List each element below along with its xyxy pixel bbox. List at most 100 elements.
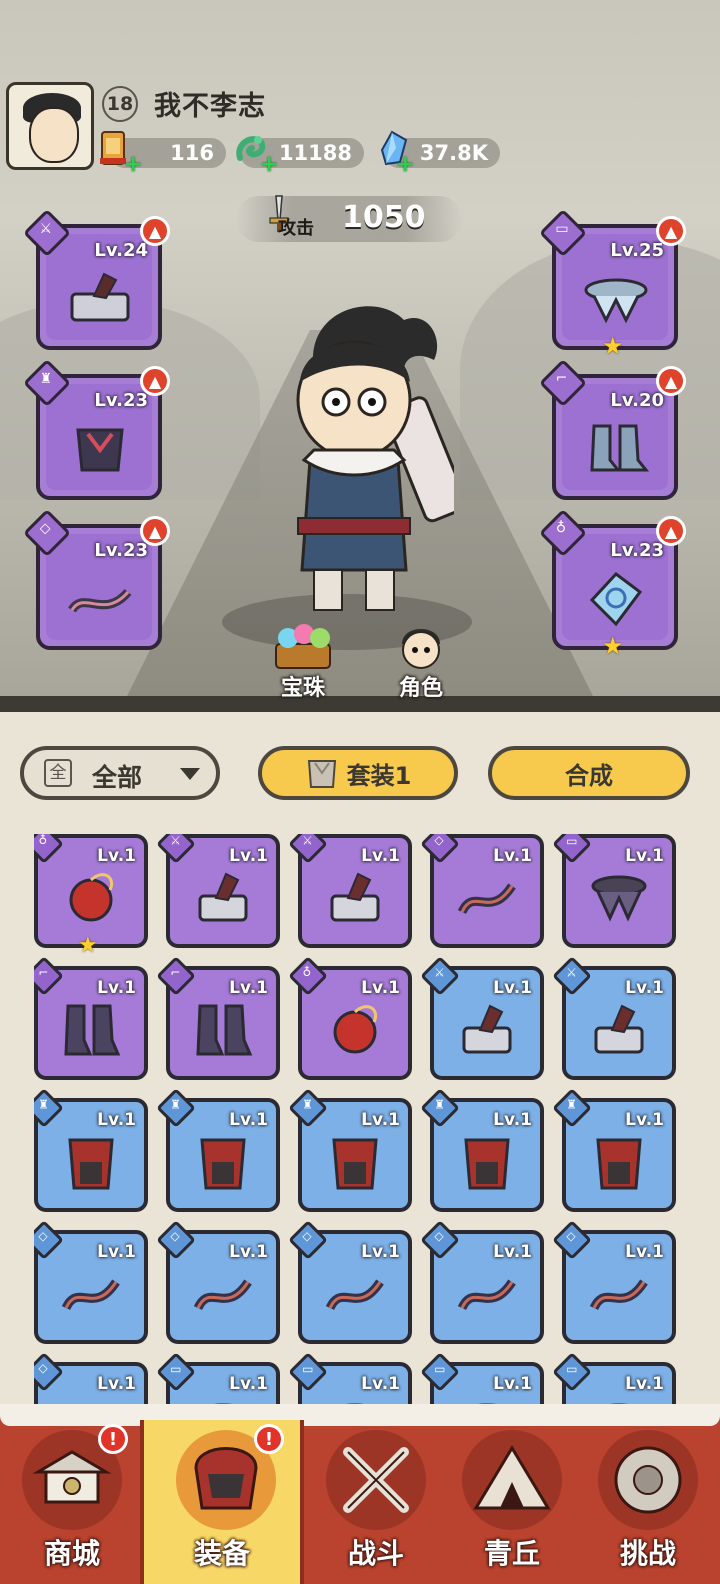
inventory-item-armor[interactable]: ♜ Lv.1 [288,1088,412,1212]
player-level: 18 [106,93,134,115]
equip-slot-boots[interactable]: ⌐ Lv.20 ▲ [538,358,686,500]
bracers-type-icon: ◇ [34,1352,64,1392]
attack-value: 1050 [342,200,426,235]
filter-label: 全部 [92,763,143,792]
inventory-grid: ♁ Lv.1 ★ ⚔ Lv.1 ⚔ Lv.1 ◇ Lv.1 ▭ Lv.1 ⌐ Lv.1 ⌐ Lv.1 ♁ Lv.… [34,834,694,1410]
nav-label-challenge: 挑战 [619,1537,676,1570]
armor-type-icon: ♜ [420,1088,460,1128]
item-level: Lv.1 [625,978,664,998]
item-level: Lv.1 [97,1242,136,1262]
inventory-item-pendant[interactable]: ♁ Lv.1 ★ [34,834,148,958]
bracers-type-icon: ◇ [552,1220,592,1260]
bracers-icon [325,1279,384,1311]
add-crystal-button[interactable]: + [396,154,414,176]
inventory-item-belt[interactable]: ▭ Lv.1 [420,1352,544,1410]
resource-value: 11188 [278,141,352,165]
inventory-item-bracers[interactable]: ◇ Lv.1 [156,1220,280,1344]
inventory-item-armor[interactable]: ♜ Lv.1 [34,1088,148,1212]
inventory-item-boots[interactable]: ⌐ Lv.1 [156,956,280,1080]
anvil-weapon-icon [70,272,130,322]
compose-button[interactable]: 合成 [488,746,690,800]
inventory-item-belt[interactable]: ▭ Lv.1 [552,834,676,948]
inventory-item-weapon[interactable]: ⚔ Lv.1 [552,956,676,1080]
orb-chest-icon [275,624,331,669]
inventory-item-bracers[interactable]: ◇ Lv.1 [420,834,544,948]
inventory-item-belt[interactable]: ▭ Lv.1 [156,1352,280,1410]
item-level: Lv.1 [625,1374,664,1394]
boots-icon [590,424,650,472]
filter-all-icon: 全 [44,759,72,787]
armor-icon [200,1138,246,1190]
inventory-item-belt[interactable]: ▭ Lv.1 [552,1352,676,1410]
set-button-label: 套装1 [346,761,412,790]
weapon-icon [594,1004,644,1054]
star-icon: ★ [78,933,98,958]
inventory-item-armor[interactable]: ♜ Lv.1 [552,1088,676,1212]
inventory-item-bracers[interactable]: ◇ Lv.1 [552,1220,676,1344]
equip-slot-armor[interactable]: ♜ Lv.23 ▲ [22,358,170,500]
bracers-type-icon: ◇ [156,1220,196,1260]
inventory-item-pendant[interactable]: ♁ Lv.1 [288,956,412,1080]
boots-type-icon: ⌐ [156,956,196,996]
attack-label: 攻击 [278,218,314,239]
category-filter-dropdown[interactable]: 全 全部 [20,746,220,800]
item-level: Lv.1 [361,846,400,866]
item-level: Lv.1 [229,1110,268,1130]
inventory-item-weapon[interactable]: ⚔ Lv.1 [156,834,280,948]
equip-slot-pendant[interactable]: ♁ Lv.23 ▲ ★ [538,508,686,660]
nav-tab-shop[interactable]: ! 商城 [0,1420,144,1584]
belt-type-icon: ▭ [552,834,592,864]
equip-slot-bracers[interactable]: ◇ Lv.23 ▲ [22,508,170,650]
star-icon: ★ [602,332,624,360]
belt-type-icon: ▭ [552,1352,592,1392]
inventory-item-armor[interactable]: ♜ Lv.1 [420,1088,544,1212]
star-icon: ★ [602,632,624,660]
crossed-swords-icon [343,1447,409,1513]
weapon-type-icon: ⚔ [156,834,196,864]
equip-slot-weapon[interactable]: ⚔ Lv.24 ▲ [22,208,170,350]
nav-label-shop: 商城 [43,1537,100,1570]
orbs-button[interactable]: 宝珠 [258,622,348,702]
inventory-item-bracers[interactable]: ◇ Lv.1 [34,1220,148,1344]
belt-type-icon: ▭ [420,1352,460,1392]
inventory-item-boots[interactable]: ⌐ Lv.1 [34,956,148,1080]
inventory-item-armor[interactable]: ♜ Lv.1 [156,1088,280,1212]
item-level: Lv.1 [493,1242,532,1262]
item-level: Lv.1 [97,1110,136,1130]
hero-character[interactable] [254,290,454,620]
equip-slot-belt[interactable]: ▭ Lv.25 ▲ ★ [538,208,686,360]
player-avatar[interactable] [6,82,94,170]
nav-tab-battle[interactable]: 战斗 [304,1420,448,1584]
upgrade-arrow-icon: ▲ [656,516,686,546]
item-level: Lv.1 [229,1242,268,1262]
pendant-icon [69,873,113,922]
slot-level: Lv.23 [94,540,148,561]
scene-divider [0,696,720,712]
item-level: Lv.1 [361,1110,400,1130]
shop-pavilion-icon [32,1450,112,1504]
inventory-item-weapon[interactable]: ⚔ Lv.1 [420,956,544,1080]
inventory-item-bracers[interactable]: ◇ Lv.1 [288,1220,412,1344]
item-level: Lv.1 [625,1110,664,1130]
nav-tab-equipment[interactable]: ! 装备 [140,1420,304,1584]
inventory-item-bracers[interactable]: ◇ Lv.1 [420,1220,544,1344]
orbs-label: 宝珠 [280,676,325,701]
add-jade-button[interactable]: + [260,154,278,176]
item-level: Lv.1 [229,978,268,998]
inventory-item-bracers[interactable]: ◇ Lv.1 [34,1352,148,1410]
bracers-icon [589,1279,648,1311]
item-level: Lv.1 [97,846,136,866]
nav-tab-challenge[interactable]: 挑战 [576,1420,720,1584]
equipment-set-button[interactable]: 套装1 [258,746,458,800]
armor-icon [332,1138,378,1190]
inventory-item-weapon[interactable]: ⚔ Lv.1 [288,834,412,948]
add-scroll-button[interactable]: + [124,154,142,176]
nav-tab-qingqiu[interactable]: 青丘 [440,1420,584,1584]
inventory-item-belt[interactable]: ▭ Lv.1 [288,1352,412,1410]
jade-pendant-icon [589,571,643,627]
equipment-alert-badge: ! [254,1424,284,1454]
slot-level: Lv.23 [94,390,148,411]
resource-value: 116 [170,141,214,165]
bracers-type-icon: ◇ [420,834,460,864]
character-button[interactable]: 角色 [376,622,466,702]
